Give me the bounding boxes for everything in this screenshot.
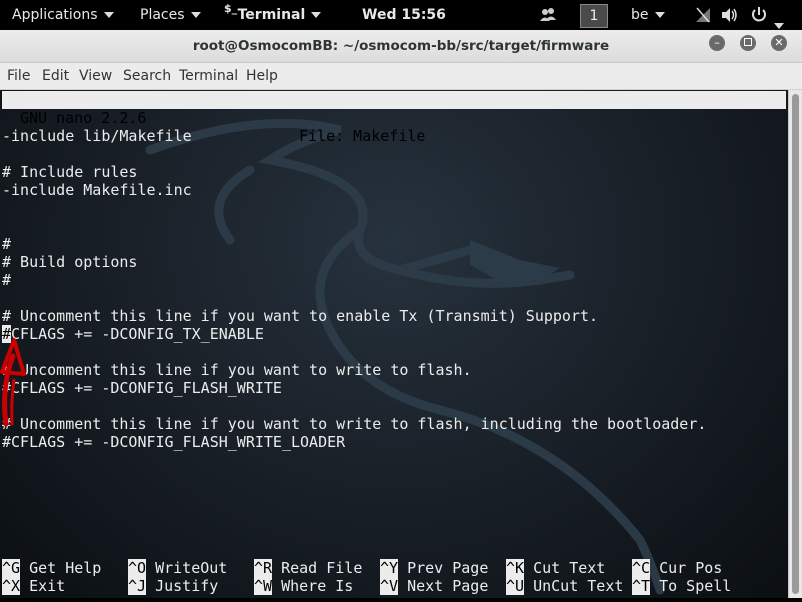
workspace-indicator[interactable]: 1 xyxy=(580,4,608,28)
window-title: root@OsmocomBB: ~/osmocom-bb/src/target/… xyxy=(192,38,610,54)
window-titlebar[interactable]: root@OsmocomBB: ~/osmocom-bb/src/target/… xyxy=(0,30,802,63)
terminal-view[interactable]: GNU nano 2.2.6 File: Makefile -include l… xyxy=(0,90,788,598)
shortcut-prev-page: ^Y Prev Page xyxy=(380,559,488,577)
scrollbar-thumb[interactable] xyxy=(792,94,799,594)
shortcut-label: Prev Page xyxy=(407,559,489,577)
shortcut-key: ^O xyxy=(128,559,147,577)
shortcut-label: To Spell xyxy=(659,577,732,595)
places-menu[interactable]: Places xyxy=(140,0,201,30)
shortcut-label: Get Help xyxy=(29,559,102,577)
nano-header: GNU nano 2.2.6 File: Makefile xyxy=(2,91,786,145)
applications-menu[interactable]: Applications xyxy=(12,0,114,30)
power-icon[interactable] xyxy=(750,0,785,30)
shortcut-key: ^X xyxy=(2,577,21,595)
shortcut-label: Cut Text xyxy=(533,559,606,577)
terminal-scrollbar[interactable] xyxy=(788,90,802,598)
terminal-app-label: Terminal xyxy=(237,7,306,23)
menu-edit[interactable]: Edit xyxy=(42,63,69,89)
shortcut-where-is: ^W Where Is xyxy=(254,577,353,595)
keyboard-layout-menu[interactable]: be xyxy=(631,0,665,30)
chevron-down-icon xyxy=(654,12,665,18)
close-button[interactable]: ✕ xyxy=(771,35,787,51)
cursor-line-rest: CFLAGS += -DCONFIG_TX_ENABLE xyxy=(11,325,264,343)
shortcut-uncut-text: ^U UnCut Text xyxy=(506,577,623,595)
shortcut-writeout: ^O WriteOut xyxy=(128,559,227,577)
keyboard-layout-label: be xyxy=(631,7,649,23)
chat-status-icon[interactable] xyxy=(539,0,557,30)
chevron-down-icon xyxy=(774,23,785,29)
file-line: # xyxy=(2,271,12,289)
shortcut-label: Justify xyxy=(155,577,219,595)
shortcut-next-page: ^V Next Page xyxy=(380,577,488,595)
file-line: # Uncomment this line if you want to wri… xyxy=(2,361,472,379)
shortcut-label: Next Page xyxy=(407,577,489,595)
chevron-down-icon xyxy=(311,12,322,18)
applications-label: Applications xyxy=(12,7,98,23)
shortcut-key: ^J xyxy=(128,577,147,595)
menu-view[interactable]: View xyxy=(79,63,112,89)
shortcut-key: ^R xyxy=(254,559,273,577)
top-panel: Applications Places $_ Terminal Wed 15:5… xyxy=(0,0,802,30)
shortcut-label: UnCut Text xyxy=(533,577,624,595)
shortcut-label: Exit xyxy=(29,577,66,595)
minimize-icon: – xyxy=(714,36,720,49)
text-cursor: # xyxy=(2,325,12,343)
shortcut-label: Read File xyxy=(281,559,363,577)
shortcut-key: ^U xyxy=(506,577,525,595)
shortcut-key: ^T xyxy=(632,577,651,595)
terminal-app-menu[interactable]: $_ Terminal xyxy=(224,0,322,30)
file-line: -include Makefile.inc xyxy=(2,181,192,199)
nano-version: GNU nano 2.2.6 xyxy=(20,109,147,127)
file-line: # Uncomment this line if you want to wri… xyxy=(2,415,707,433)
shortcut-key: ^W xyxy=(254,577,273,595)
shortcut-justify: ^J Justify xyxy=(128,577,218,595)
shortcut-to-spell: ^T To Spell xyxy=(632,577,731,595)
shortcut-exit: ^X Exit xyxy=(2,577,65,595)
shortcut-cut-text: ^K Cut Text xyxy=(506,559,605,577)
network-off-icon[interactable] xyxy=(694,0,712,30)
shortcut-read-file: ^R Read File xyxy=(254,559,362,577)
shortcut-cur-pos: ^C Cur Pos xyxy=(632,559,722,577)
shortcut-label: Cur Pos xyxy=(659,559,723,577)
close-icon: ✕ xyxy=(774,36,784,49)
places-label: Places xyxy=(140,7,185,23)
clock[interactable]: Wed 15:56 xyxy=(362,0,446,30)
shortcut-key: ^C xyxy=(632,559,651,577)
maximize-button[interactable] xyxy=(740,35,756,51)
file-line: # Include rules xyxy=(2,163,138,181)
file-line: -include lib/Makefile xyxy=(2,127,192,145)
shortcut-get-help: ^G Get Help xyxy=(2,559,101,577)
shortcut-key: ^Y xyxy=(380,559,399,577)
shortcut-key: ^K xyxy=(506,559,525,577)
shortcut-key: ^V xyxy=(380,577,399,595)
maximize-icon xyxy=(744,38,752,46)
menu-file[interactable]: File xyxy=(7,63,30,89)
shortcut-label: WriteOut xyxy=(155,559,228,577)
file-line: # xyxy=(2,235,12,253)
file-line: #CFLAGS += -DCONFIG_FLASH_WRITE_LOADER xyxy=(2,433,346,451)
minimize-button[interactable]: – xyxy=(709,35,725,51)
file-line: #CFLAGS += -DCONFIG_FLASH_WRITE xyxy=(2,379,282,397)
terminal-app-icon: $_ xyxy=(224,2,238,15)
shortcut-label: Where Is xyxy=(281,577,354,595)
file-line: # Build options xyxy=(2,253,138,271)
chevron-down-icon xyxy=(103,12,114,18)
menu-terminal[interactable]: Terminal xyxy=(179,63,238,89)
menu-bar: File Edit View Search Terminal Help xyxy=(0,63,802,90)
volume-icon[interactable] xyxy=(720,0,738,30)
shortcut-key: ^G xyxy=(2,559,21,577)
menu-search[interactable]: Search xyxy=(123,63,171,89)
chevron-down-icon xyxy=(190,12,201,18)
menu-help[interactable]: Help xyxy=(246,63,278,89)
nano-filename: File: Makefile xyxy=(299,127,426,145)
file-line: # Uncomment this line if you want to ena… xyxy=(2,307,599,325)
file-line-cursor: #CFLAGS += -DCONFIG_TX_ENABLE xyxy=(2,325,264,343)
